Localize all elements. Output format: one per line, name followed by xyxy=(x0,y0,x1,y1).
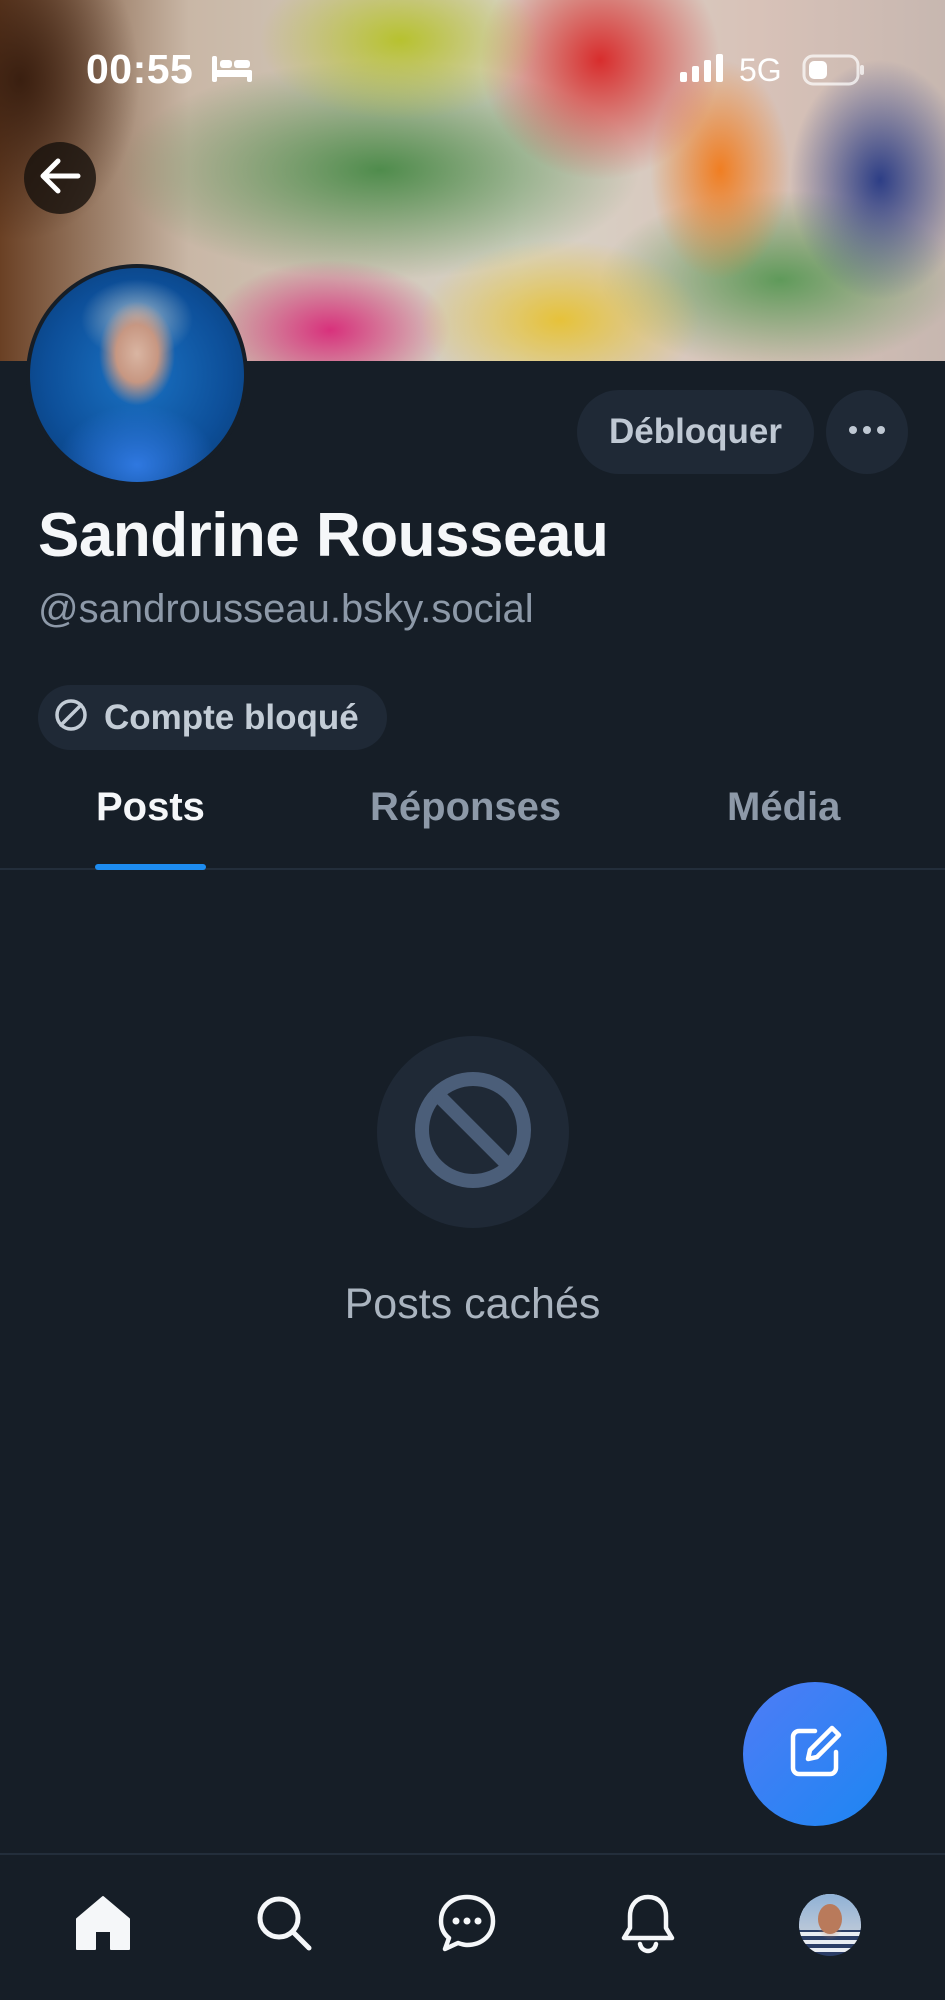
nav-notifications[interactable] xyxy=(608,1885,688,1965)
empty-state-icon-container xyxy=(377,1036,569,1228)
profile-handle: @sandrousseau.bsky.social xyxy=(38,587,534,631)
active-tab-indicator xyxy=(95,864,206,870)
compose-icon xyxy=(785,1722,845,1787)
unblock-button[interactable]: Débloquer xyxy=(577,390,814,474)
arrow-left-icon xyxy=(38,156,82,201)
chat-icon xyxy=(436,1892,498,1959)
empty-state-text: Posts cachés xyxy=(344,1280,601,1328)
status-time: 00:55 xyxy=(86,46,194,92)
more-options-button[interactable] xyxy=(826,390,908,474)
block-icon xyxy=(413,1070,533,1195)
bell-icon xyxy=(618,1892,678,1959)
network-type: 5G xyxy=(739,52,782,88)
signal-icon xyxy=(678,52,726,89)
nav-profile[interactable] xyxy=(790,1885,870,1965)
nav-messages[interactable] xyxy=(427,1885,507,1965)
tab-media[interactable]: Média xyxy=(727,785,840,830)
block-icon xyxy=(52,696,90,739)
bottom-navigation xyxy=(0,1853,945,2000)
battery-icon xyxy=(802,54,866,91)
blocked-badge: Compte bloqué xyxy=(38,685,387,750)
profile-avatar[interactable] xyxy=(26,264,248,486)
status-bar: 00:55 5G xyxy=(0,0,945,140)
back-button[interactable] xyxy=(24,142,96,214)
ellipsis-icon xyxy=(847,423,887,441)
tab-replies[interactable]: Réponses xyxy=(370,785,561,830)
display-name: Sandrine Rousseau xyxy=(38,501,609,570)
nav-home[interactable] xyxy=(63,1885,143,1965)
bed-icon xyxy=(210,54,254,89)
home-icon xyxy=(73,1893,133,1958)
nav-search[interactable] xyxy=(244,1885,324,1965)
compose-button[interactable] xyxy=(743,1682,887,1826)
search-icon xyxy=(254,1893,314,1958)
profile-tabs: Posts Réponses Média xyxy=(0,760,945,870)
tab-posts[interactable]: Posts xyxy=(96,785,205,830)
blocked-badge-label: Compte bloqué xyxy=(104,697,359,737)
avatar xyxy=(799,1894,861,1956)
